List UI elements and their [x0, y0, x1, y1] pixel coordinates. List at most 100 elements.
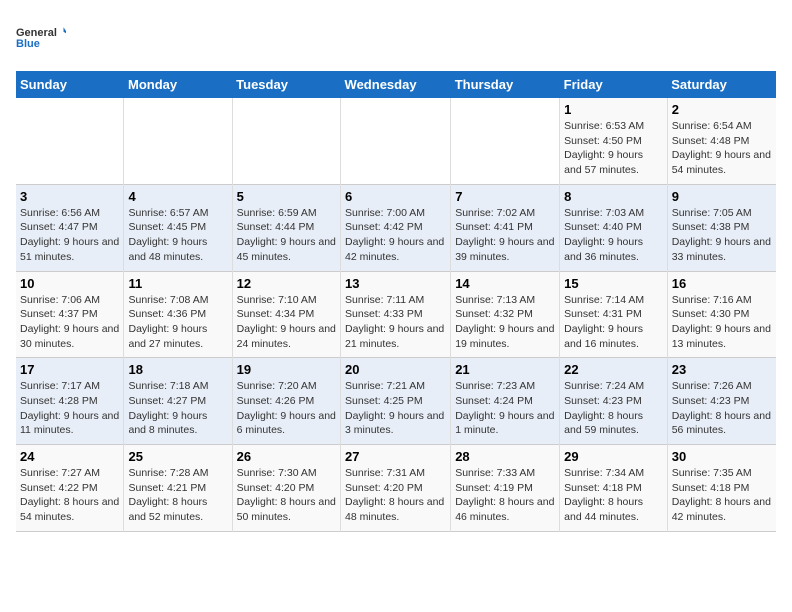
day-number: 24 [20, 449, 119, 464]
day-info: Sunrise: 7:10 AMSunset: 4:34 PMDaylight:… [237, 293, 336, 352]
day-info: Sunrise: 7:28 AMSunset: 4:21 PMDaylight:… [128, 466, 227, 525]
day-info: Sunrise: 7:05 AMSunset: 4:38 PMDaylight:… [672, 206, 772, 265]
calendar-cell: 16 Sunrise: 7:16 AMSunset: 4:30 PMDayligh… [667, 271, 776, 358]
logo-svg: General Blue [16, 16, 66, 61]
day-number: 27 [345, 449, 446, 464]
calendar-cell: 25 Sunrise: 7:28 AMSunset: 4:21 PMDayligh… [124, 445, 232, 532]
day-number: 6 [345, 189, 446, 204]
day-info: Sunrise: 7:35 AMSunset: 4:18 PMDaylight:… [672, 466, 772, 525]
calendar-body: 1 Sunrise: 6:53 AMSunset: 4:50 PMDaylight… [16, 98, 776, 531]
calendar-cell [124, 98, 232, 184]
day-number: 2 [672, 102, 772, 117]
svg-text:Blue: Blue [16, 38, 40, 50]
day-info: Sunrise: 7:34 AMSunset: 4:18 PMDaylight:… [564, 466, 663, 525]
calendar-cell: 30 Sunrise: 7:35 AMSunset: 4:18 PMDayligh… [667, 445, 776, 532]
day-info: Sunrise: 6:54 AMSunset: 4:48 PMDaylight:… [672, 119, 772, 178]
calendar-cell: 7 Sunrise: 7:02 AMSunset: 4:41 PMDaylight… [451, 184, 560, 271]
weekday-header-row: SundayMondayTuesdayWednesdayThursdayFrid… [16, 71, 776, 98]
day-number: 20 [345, 362, 446, 377]
day-number: 7 [455, 189, 555, 204]
day-info: Sunrise: 7:17 AMSunset: 4:28 PMDaylight:… [20, 379, 119, 438]
calendar-cell [341, 98, 451, 184]
calendar-cell: 8 Sunrise: 7:03 AMSunset: 4:40 PMDaylight… [560, 184, 668, 271]
day-number: 13 [345, 276, 446, 291]
calendar-cell: 21Sunrise: 7:23 AMSunset: 4:24 PMDayligh… [451, 358, 560, 445]
logo: General Blue [16, 16, 66, 61]
calendar-cell: 28 Sunrise: 7:33 AMSunset: 4:19 PMDayligh… [451, 445, 560, 532]
calendar-week-2: 3 Sunrise: 6:56 AMSunset: 4:47 PMDaylight… [16, 184, 776, 271]
day-number: 17 [20, 362, 119, 377]
day-info: Sunrise: 7:21 AMSunset: 4:25 PMDaylight:… [345, 379, 446, 438]
calendar-cell: 24Sunrise: 7:27 AMSunset: 4:22 PMDayligh… [16, 445, 124, 532]
header: General Blue [16, 16, 776, 61]
calendar-header: SundayMondayTuesdayWednesdayThursdayFrid… [16, 71, 776, 98]
day-info: Sunrise: 7:31 AMSunset: 4:20 PMDaylight:… [345, 466, 446, 525]
calendar-cell: 6 Sunrise: 7:00 AMSunset: 4:42 PMDaylight… [341, 184, 451, 271]
calendar-cell: 9 Sunrise: 7:05 AMSunset: 4:38 PMDaylight… [667, 184, 776, 271]
weekday-header-monday: Monday [124, 71, 232, 98]
calendar-cell [232, 98, 340, 184]
day-number: 9 [672, 189, 772, 204]
day-info: Sunrise: 7:11 AMSunset: 4:33 PMDaylight:… [345, 293, 446, 352]
calendar-cell: 5 Sunrise: 6:59 AMSunset: 4:44 PMDaylight… [232, 184, 340, 271]
day-number: 11 [128, 276, 227, 291]
day-number: 25 [128, 449, 227, 464]
day-info: Sunrise: 7:16 AMSunset: 4:30 PMDaylight:… [672, 293, 772, 352]
day-number: 12 [237, 276, 336, 291]
day-info: Sunrise: 7:03 AMSunset: 4:40 PMDaylight:… [564, 206, 663, 265]
day-number: 18 [128, 362, 227, 377]
day-info: Sunrise: 6:57 AMSunset: 4:45 PMDaylight:… [128, 206, 227, 265]
day-info: Sunrise: 6:56 AMSunset: 4:47 PMDaylight:… [20, 206, 119, 265]
day-number: 26 [237, 449, 336, 464]
day-info: Sunrise: 7:06 AMSunset: 4:37 PMDaylight:… [20, 293, 119, 352]
day-info: Sunrise: 7:08 AMSunset: 4:36 PMDaylight:… [128, 293, 227, 352]
calendar-cell: 4Sunrise: 6:57 AMSunset: 4:45 PMDaylight… [124, 184, 232, 271]
calendar-week-3: 10 Sunrise: 7:06 AMSunset: 4:37 PMDayligh… [16, 271, 776, 358]
day-number: 15 [564, 276, 663, 291]
calendar-cell: 27 Sunrise: 7:31 AMSunset: 4:20 PMDayligh… [341, 445, 451, 532]
day-number: 8 [564, 189, 663, 204]
weekday-header-thursday: Thursday [451, 71, 560, 98]
day-info: Sunrise: 7:14 AMSunset: 4:31 PMDaylight:… [564, 293, 663, 352]
weekday-header-saturday: Saturday [667, 71, 776, 98]
day-number: 1 [564, 102, 663, 117]
day-number: 28 [455, 449, 555, 464]
day-info: Sunrise: 6:53 AMSunset: 4:50 PMDaylight:… [564, 119, 663, 178]
calendar-cell: 3 Sunrise: 6:56 AMSunset: 4:47 PMDaylight… [16, 184, 124, 271]
day-number: 14 [455, 276, 555, 291]
day-number: 10 [20, 276, 119, 291]
calendar-cell [16, 98, 124, 184]
weekday-header-friday: Friday [560, 71, 668, 98]
day-info: Sunrise: 7:33 AMSunset: 4:19 PMDaylight:… [455, 466, 555, 525]
day-number: 21 [455, 362, 555, 377]
calendar-cell: 29 Sunrise: 7:34 AMSunset: 4:18 PMDayligh… [560, 445, 668, 532]
day-number: 16 [672, 276, 772, 291]
day-info: Sunrise: 7:30 AMSunset: 4:20 PMDaylight:… [237, 466, 336, 525]
day-number: 19 [237, 362, 336, 377]
calendar-week-1: 1 Sunrise: 6:53 AMSunset: 4:50 PMDaylight… [16, 98, 776, 184]
day-info: Sunrise: 7:02 AMSunset: 4:41 PMDaylight:… [455, 206, 555, 265]
calendar-cell: 23Sunrise: 7:26 AMSunset: 4:23 PMDayligh… [667, 358, 776, 445]
calendar-cell: 22 Sunrise: 7:24 AMSunset: 4:23 PMDayligh… [560, 358, 668, 445]
calendar-week-5: 24Sunrise: 7:27 AMSunset: 4:22 PMDayligh… [16, 445, 776, 532]
day-info: Sunrise: 7:00 AMSunset: 4:42 PMDaylight:… [345, 206, 446, 265]
day-info: Sunrise: 7:13 AMSunset: 4:32 PMDaylight:… [455, 293, 555, 352]
day-info: Sunrise: 6:59 AMSunset: 4:44 PMDaylight:… [237, 206, 336, 265]
weekday-header-sunday: Sunday [16, 71, 124, 98]
day-number: 30 [672, 449, 772, 464]
day-number: 23 [672, 362, 772, 377]
day-info: Sunrise: 7:20 AMSunset: 4:26 PMDaylight:… [237, 379, 336, 438]
calendar-cell: 12 Sunrise: 7:10 AMSunset: 4:34 PMDayligh… [232, 271, 340, 358]
calendar-cell: 11 Sunrise: 7:08 AMSunset: 4:36 PMDayligh… [124, 271, 232, 358]
calendar-week-4: 17 Sunrise: 7:17 AMSunset: 4:28 PMDayligh… [16, 358, 776, 445]
day-number: 22 [564, 362, 663, 377]
day-number: 5 [237, 189, 336, 204]
calendar-cell [451, 98, 560, 184]
weekday-header-wednesday: Wednesday [341, 71, 451, 98]
day-number: 29 [564, 449, 663, 464]
weekday-header-tuesday: Tuesday [232, 71, 340, 98]
day-number: 3 [20, 189, 119, 204]
day-info: Sunrise: 7:24 AMSunset: 4:23 PMDaylight:… [564, 379, 663, 438]
calendar-cell: 18Sunrise: 7:18 AMSunset: 4:27 PMDayligh… [124, 358, 232, 445]
calendar-cell: 13 Sunrise: 7:11 AMSunset: 4:33 PMDayligh… [341, 271, 451, 358]
